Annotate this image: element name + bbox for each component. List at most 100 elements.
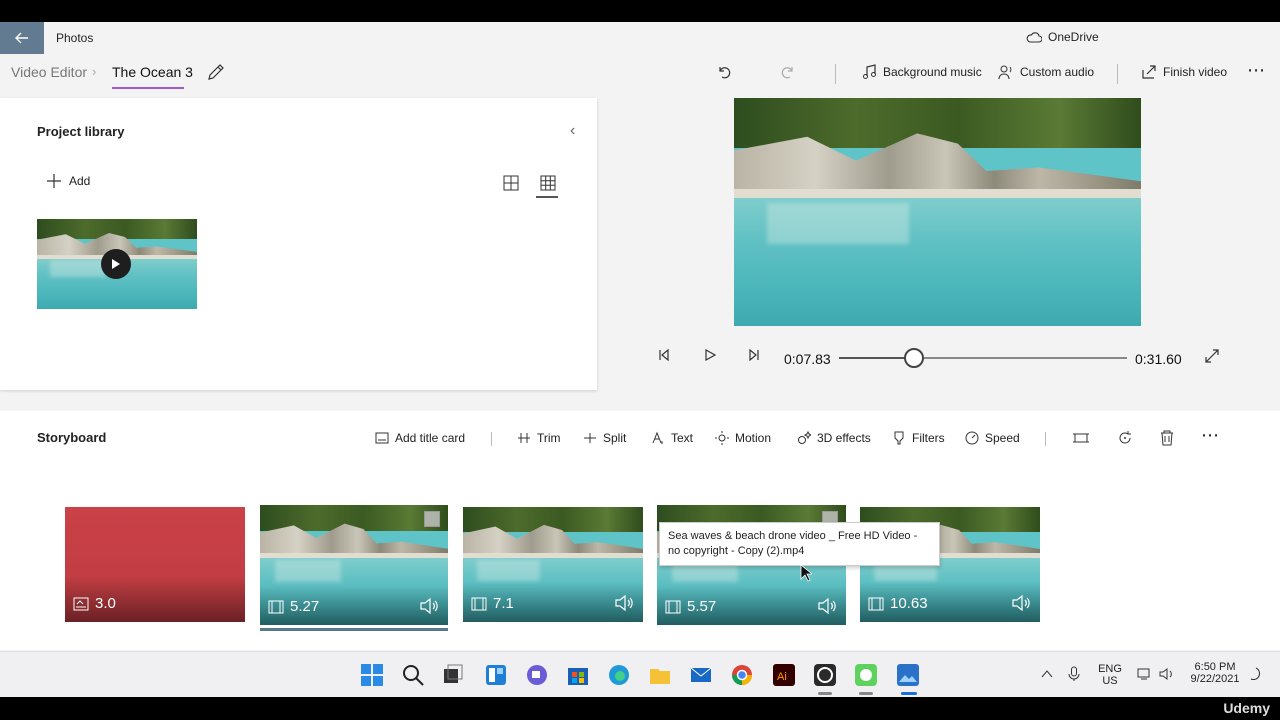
library-video-thumbnail[interactable] <box>37 219 197 309</box>
file-explorer-icon[interactable] <box>648 663 672 687</box>
widgets-icon[interactable] <box>484 663 508 687</box>
seek-progress <box>839 357 915 359</box>
chevron-left-icon[interactable]: ‹ <box>570 122 575 140</box>
clip-duration: 7.1 <box>471 595 514 612</box>
storyboard-title: Storyboard <box>37 430 107 445</box>
storyboard-clip[interactable]: 7.1 <box>463 507 643 622</box>
film-icon <box>868 597 884 610</box>
split-icon <box>584 433 596 443</box>
project-library-panel: Project library ‹ Add <box>0 98 597 390</box>
clip-select-checkbox[interactable] <box>424 511 440 527</box>
plus-icon <box>47 174 61 188</box>
rotate-icon[interactable] <box>1117 430 1133 446</box>
motion-button[interactable]: Motion <box>715 431 771 445</box>
filters-button[interactable]: Filters <box>892 431 945 445</box>
active-view-indicator <box>536 196 558 198</box>
project-library-title: Project library <box>37 124 125 139</box>
mouse-cursor-icon <box>800 564 812 582</box>
breadcrumb-video-editor[interactable]: Video Editor <box>11 64 87 80</box>
3d-effects-button[interactable]: 3D effects <box>797 431 871 445</box>
notification-icon[interactable] <box>1249 667 1263 681</box>
active-app-indicator <box>901 692 917 695</box>
project-name: The Ocean 3 <box>112 64 193 80</box>
title-card-icon <box>73 597 89 610</box>
input-language[interactable]: ENG US <box>1095 663 1125 687</box>
redo-icon[interactable] <box>780 64 796 80</box>
volume-icon[interactable] <box>615 595 633 611</box>
split-button[interactable]: Split <box>583 431 626 445</box>
fullscreen-icon[interactable] <box>1205 349 1219 363</box>
svg-text:Ai: Ai <box>777 671 787 683</box>
custom-audio-label: Custom audio <box>1020 65 1095 79</box>
windows-start-icon[interactable] <box>360 663 384 687</box>
app-title: Photos <box>56 31 94 45</box>
next-frame-icon[interactable] <box>748 349 760 361</box>
small-grid-view-icon[interactable] <box>540 175 556 191</box>
volume-icon[interactable] <box>420 598 438 614</box>
previous-frame-icon[interactable] <box>658 349 670 361</box>
finish-video-button[interactable]: Finish video <box>1141 64 1227 80</box>
onedrive-label: OneDrive <box>1048 30 1099 44</box>
system-clock[interactable]: 6:50 PM 9/22/2021 <box>1185 661 1245 685</box>
add-title-card-button[interactable]: Add title card <box>375 431 465 445</box>
text-button[interactable]: Text <box>651 431 693 445</box>
filters-label: Filters <box>912 431 945 445</box>
volume-icon[interactable] <box>1159 667 1175 681</box>
clip-duration: 5.57 <box>665 598 716 615</box>
storyboard-clip[interactable]: 5.27 <box>260 505 448 625</box>
running-indicator <box>859 692 873 695</box>
trim-button[interactable]: Trim <box>517 431 561 445</box>
volume-icon[interactable] <box>818 598 836 614</box>
seek-handle[interactable] <box>904 348 925 368</box>
share-icon <box>1142 65 1156 79</box>
network-icon[interactable] <box>1137 667 1153 681</box>
pencil-icon[interactable] <box>206 62 226 82</box>
onedrive-button[interactable]: OneDrive <box>1026 30 1099 44</box>
task-view-icon[interactable] <box>441 663 465 687</box>
clock-app-icon[interactable] <box>854 663 878 687</box>
adobe-illustrator-icon[interactable]: Ai <box>772 663 796 687</box>
chat-icon[interactable] <box>525 663 549 687</box>
store-icon[interactable] <box>566 663 590 687</box>
add-label: Add <box>69 174 91 188</box>
seek-bar[interactable] <box>839 348 1127 368</box>
motion-label: Motion <box>735 431 772 445</box>
sparkle-icon <box>798 431 811 444</box>
custom-audio-button[interactable]: Custom audio <box>998 64 1094 80</box>
more-options-icon[interactable]: ⋯ <box>1201 425 1219 446</box>
volume-icon[interactable] <box>1012 595 1030 611</box>
divider <box>1117 64 1118 84</box>
obs-icon[interactable] <box>813 663 837 687</box>
chrome-icon[interactable] <box>730 663 754 687</box>
text-label: Text <box>671 431 694 445</box>
search-icon[interactable] <box>401 663 425 687</box>
title-bar: Photos OneDrive <box>0 22 1280 54</box>
photos-app-icon[interactable] <box>896 663 920 687</box>
undo-icon[interactable] <box>716 64 732 80</box>
resize-icon[interactable] <box>1073 430 1089 446</box>
back-button[interactable] <box>0 22 44 54</box>
music-note-icon <box>863 64 876 79</box>
background-music-button[interactable]: Background music <box>861 64 982 80</box>
more-options-icon[interactable]: ⋯ <box>1247 60 1265 81</box>
chevron-up-icon[interactable] <box>1041 669 1053 679</box>
video-preview[interactable] <box>734 98 1141 326</box>
edge-icon[interactable] <box>607 663 631 687</box>
motion-icon <box>715 431 729 445</box>
microphone-icon[interactable] <box>1068 666 1080 682</box>
text-icon <box>652 431 663 444</box>
trim-label: Trim <box>537 431 561 445</box>
storyboard-clip-title-card[interactable]: 3.0 <box>65 507 245 622</box>
speedometer-icon <box>965 431 979 445</box>
speed-button[interactable]: Speed <box>965 431 1020 445</box>
speed-label: Speed <box>985 431 1020 445</box>
filter-icon <box>894 431 904 445</box>
large-grid-view-icon[interactable] <box>503 175 519 191</box>
udemy-watermark: Udemy <box>1223 700 1270 716</box>
delete-icon[interactable] <box>1159 430 1175 446</box>
play-icon[interactable] <box>704 349 716 361</box>
play-icon[interactable] <box>101 249 131 279</box>
divider <box>491 432 492 446</box>
mail-icon[interactable] <box>689 663 713 687</box>
add-media-button[interactable]: Add <box>47 174 90 188</box>
